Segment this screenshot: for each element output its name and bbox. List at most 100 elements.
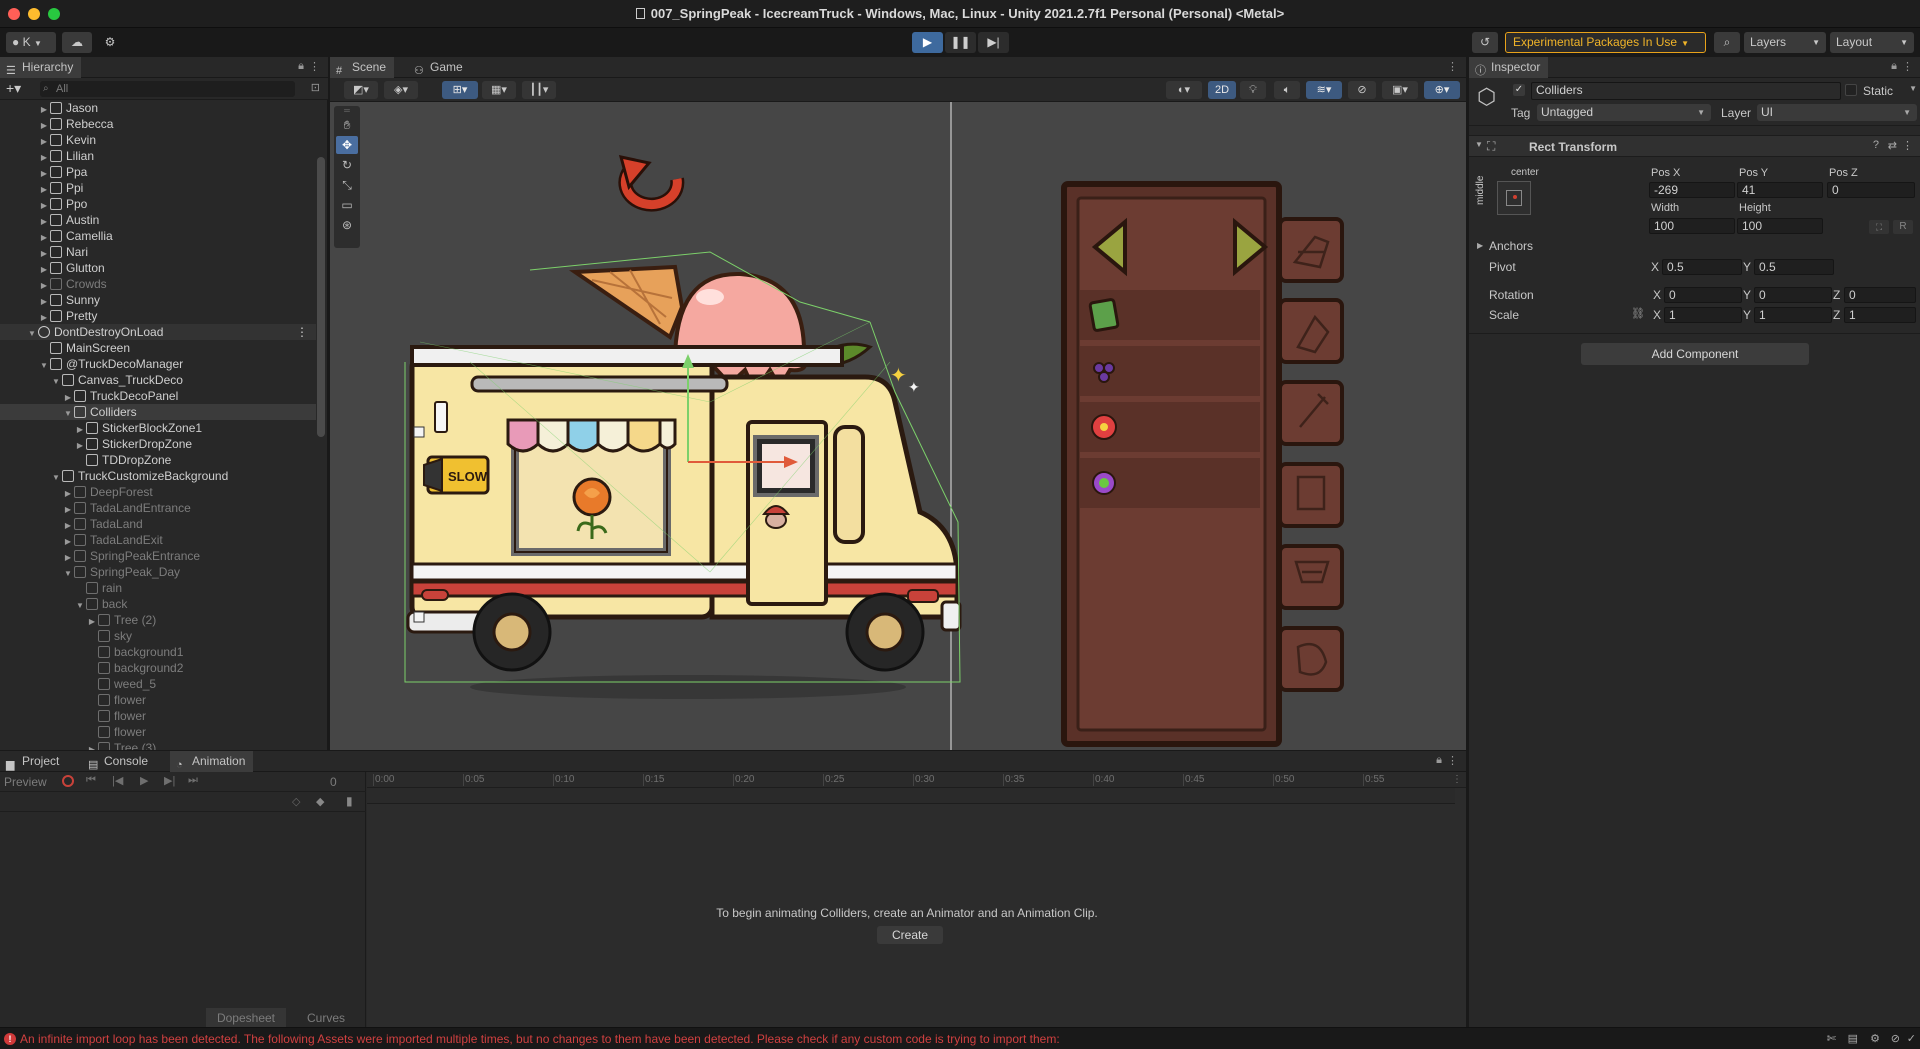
hierarchy-item[interactable]: ▼ Colliders [0, 404, 316, 420]
event-track[interactable] [367, 788, 1455, 804]
hierarchy-item[interactable]: ▶ TadaLandExit [0, 532, 316, 548]
next-key-button[interactable]: ▶| [164, 774, 175, 787]
tab-project[interactable]: ▆ Project [0, 751, 67, 772]
hierarchy-item[interactable]: ▼ back [0, 596, 316, 612]
hierarchy-item[interactable]: ▶ TadaLandEntrance [0, 500, 316, 516]
pivot-x-field[interactable]: 0.5 [1662, 259, 1742, 275]
add-keyframe-icon[interactable]: ◆ [316, 795, 324, 808]
hierarchy-item[interactable]: ▶ Ppa [0, 164, 316, 180]
scale-y-field[interactable]: 1 [1754, 307, 1832, 323]
chevron-right-icon[interactable]: ▶ [86, 742, 98, 750]
hierarchy-item[interactable]: ▼ DontDestroyOnLoad ⋮ [0, 324, 316, 340]
lock-icon[interactable]: 🔒︎ [1436, 754, 1442, 767]
hierarchy-item[interactable]: ▶ Pretty [0, 308, 316, 324]
play-button[interactable]: ▶ [912, 32, 943, 53]
move-tool[interactable]: ✥ [336, 136, 358, 154]
chevron-down-icon[interactable]: ▼ [1909, 84, 1917, 93]
lock-icon[interactable]: 🔒︎ [298, 60, 304, 73]
hierarchy-item[interactable]: ▶ Sunny [0, 292, 316, 308]
effects-dropdown[interactable]: ≋▾ [1306, 81, 1342, 99]
hierarchy-item[interactable]: ▶ Ppo [0, 196, 316, 212]
hierarchy-search-input[interactable]: ⌕ All [40, 81, 295, 97]
blueprint-mode-button[interactable]: ⛶ [1869, 220, 1889, 234]
timeline-ruler[interactable]: 0:00 0:05 0:10 0:15 0:20 0:25 0:30 0:35 0:40 0:45… [367, 772, 1466, 788]
hierarchy-item[interactable]: ▶ Jason [0, 100, 316, 116]
rect-transform-header[interactable]: ▼ ⛶ Rect Transform ? ⇄ ⋮ [1469, 135, 1920, 157]
more-menu-icon[interactable]: ⋮ [309, 60, 320, 73]
hierarchy-item[interactable]: ▶ Rebecca [0, 116, 316, 132]
rect-tool[interactable]: ▭ [336, 196, 358, 214]
lock-icon[interactable]: 🔒︎ [1891, 60, 1897, 73]
status-message[interactable]: An infinite import loop has been detecte… [20, 1032, 1060, 1046]
increment-snap-dropdown[interactable]: ┃┃▾ [522, 81, 556, 99]
hierarchy-item[interactable]: ▶ TadaLand [0, 516, 316, 532]
more-menu-icon[interactable]: ⋮ [1447, 60, 1458, 73]
hierarchy-item[interactable]: ▶ Austin [0, 212, 316, 228]
hierarchy-item[interactable]: ▶ Lilian [0, 148, 316, 164]
tab-animation[interactable]: ◔ Animation [170, 751, 254, 772]
play-anim-button[interactable]: ▶ [140, 774, 148, 787]
search-button[interactable]: ⌕ [1714, 32, 1740, 53]
hierarchy-item[interactable]: ▼ SpringPeak_Day [0, 564, 316, 580]
curves-tab[interactable]: Curves [286, 1008, 366, 1028]
add-event-icon[interactable]: ▮ [346, 794, 353, 808]
draw-mode-dropdown[interactable]: ◩▾ [344, 81, 378, 99]
account-dropdown[interactable]: ● K ▼ [6, 32, 56, 53]
hierarchy-item[interactable]: ▶ Glutton [0, 260, 316, 276]
hierarchy-item[interactable]: rain [0, 580, 316, 596]
hierarchy-item[interactable]: TDDropZone [0, 452, 316, 468]
gizmos-dropdown[interactable]: ⊕▾ [1424, 81, 1460, 99]
help-icon[interactable]: ? [1873, 139, 1879, 151]
hierarchy-item[interactable]: ▶ Camellia [0, 228, 316, 244]
grid-snap-dropdown[interactable]: ⊞▾ [442, 81, 478, 99]
hierarchy-item[interactable]: flower [0, 692, 316, 708]
layer-dropdown[interactable]: UI [1757, 104, 1917, 121]
tab-hierarchy[interactable]: ☰ Hierarchy [0, 57, 82, 78]
anchors-label[interactable]: Anchors [1489, 239, 1533, 253]
step-button[interactable]: ▶| [978, 32, 1009, 53]
layout-dropdown[interactable]: Layout ▼ [1830, 32, 1914, 53]
rot-y-field[interactable]: 0 [1754, 287, 1832, 303]
cloud-button[interactable]: ☁ [62, 32, 92, 53]
more-menu-icon[interactable]: ⋮ [1452, 774, 1462, 785]
drag-handle-icon[interactable]: ═ [336, 107, 358, 115]
more-menu-icon[interactable]: ⋮ [1902, 139, 1913, 152]
pos-x-field[interactable]: -269 [1649, 182, 1735, 198]
scale-z-field[interactable]: 1 [1844, 307, 1916, 323]
object-name-field[interactable]: Colliders [1531, 82, 1841, 100]
add-object-icon[interactable]: +▾ [6, 80, 21, 97]
debug-icon[interactable]: ⚙ [1870, 1032, 1880, 1045]
frame-field[interactable]: 0 [330, 775, 337, 789]
camera-dropdown[interactable]: ▣▾ [1382, 81, 1418, 99]
scene-viewport[interactable]: SLOW ✦ ✦ ═ ✋︎ ✥ ↻ ⤡ ▭ ⊛ [330, 102, 1466, 750]
rotate-tool[interactable]: ↻ [336, 156, 358, 174]
hierarchy-item[interactable]: ▶ StickerDropZone [0, 436, 316, 452]
static-checkbox[interactable] [1845, 84, 1857, 96]
hierarchy-item[interactable]: ▶ Tree (3) [0, 740, 316, 750]
toggle-2d-button[interactable]: 2D [1208, 81, 1236, 99]
hierarchy-item[interactable]: ▼ TruckCustomizeBackground [0, 468, 316, 484]
rot-x-field[interactable]: 0 [1664, 287, 1742, 303]
preview-toggle[interactable]: Preview [4, 775, 47, 789]
pos-z-field[interactable]: 0 [1827, 182, 1915, 198]
render-mode-dropdown[interactable]: ◈▾ [384, 81, 418, 99]
filter-icon[interactable]: ◇ [292, 795, 300, 808]
database-icon[interactable]: ▤ [1848, 1032, 1858, 1045]
animation-timeline[interactable]: 0:00 0:05 0:10 0:15 0:20 0:25 0:30 0:35 0:40 0:45… [367, 772, 1466, 1028]
more-menu-icon[interactable]: ⋮ [296, 324, 308, 340]
scale-tool[interactable]: ⤡ [336, 176, 358, 194]
rot-z-field[interactable]: 0 [1844, 287, 1916, 303]
preset-icon[interactable]: ⇄ [1888, 139, 1897, 152]
dopesheet-tab[interactable]: Dopesheet [206, 1008, 286, 1028]
hierarchy-item[interactable]: background1 [0, 644, 316, 660]
audio-toggle[interactable]: 🔈︎ [1274, 81, 1300, 99]
hierarchy-item[interactable]: ▶ SpringPeakEntrance [0, 548, 316, 564]
scene-visibility-icon[interactable]: ⊡ [311, 81, 320, 94]
tab-game[interactable]: ⚇ Game [408, 57, 471, 78]
layers-dropdown[interactable]: Layers ▼ [1744, 32, 1826, 53]
hierarchy-item[interactable]: ▶ Crowds [0, 276, 316, 292]
cache-server-icon[interactable]: ⊘ [1891, 1032, 1900, 1045]
pos-y-field[interactable]: 41 [1737, 182, 1823, 198]
hierarchy-scrollbar[interactable] [317, 157, 325, 437]
lighting-toggle[interactable]: 💡︎ [1240, 81, 1266, 99]
